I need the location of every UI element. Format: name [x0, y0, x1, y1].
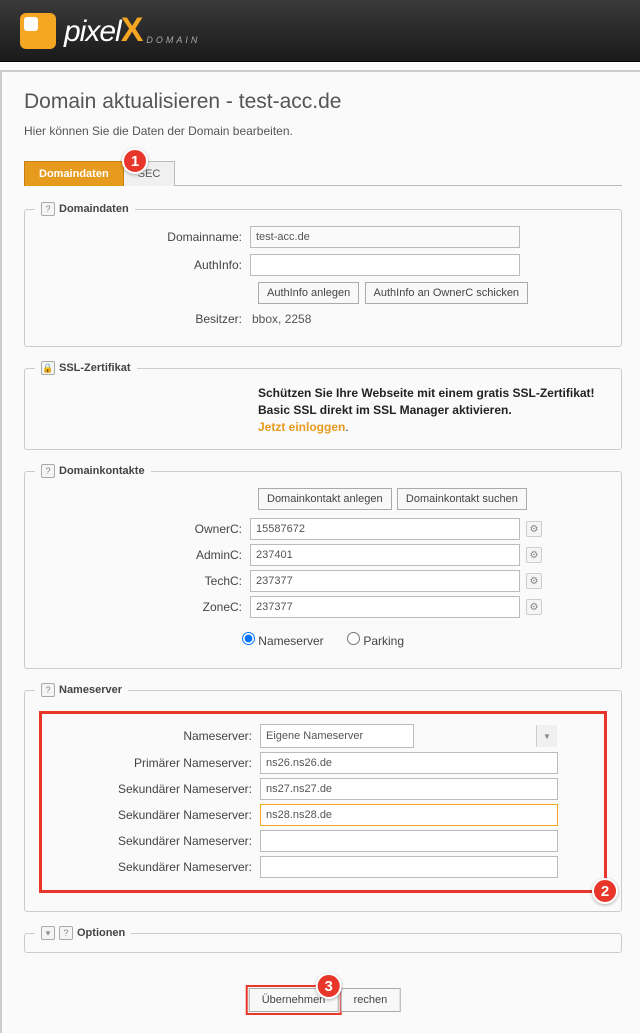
help-icon[interactable]: ?: [41, 683, 55, 697]
main-content: Domain aktualisieren - test-acc.de Hier …: [0, 70, 640, 1033]
brand-subtitle: DOMAIN: [146, 35, 200, 45]
legend-kontakte: ? Domainkontakte: [35, 464, 151, 478]
help-icon[interactable]: ?: [41, 202, 55, 216]
fieldset-domaindaten: ? Domaindaten Domainname: AuthInfo: Auth…: [24, 202, 622, 347]
label-besitzer: Besitzer:: [35, 312, 250, 326]
page-title: Domain aktualisieren - test-acc.de: [24, 90, 622, 114]
annotation-badge-1: 1: [122, 148, 148, 174]
label-ns-sec3: Sekundärer Nameserver:: [50, 834, 260, 848]
label-domainname: Domainname:: [35, 230, 250, 244]
select-ns-type-wrap[interactable]: [260, 724, 558, 748]
label-ns-sec1: Sekundärer Nameserver:: [50, 782, 260, 796]
label-authinfo: AuthInfo:: [35, 258, 250, 272]
gear-icon[interactable]: ⚙: [526, 547, 542, 563]
page-subtitle: Hier können Sie die Daten der Domain bea…: [24, 124, 622, 138]
input-domainname[interactable]: [250, 226, 520, 248]
input-ownerc[interactable]: [250, 518, 520, 540]
fieldset-ssl: 🔒 SSL-Zertifikat Schützen Sie Ihre Webse…: [24, 361, 622, 450]
label-ns-sec2: Sekundärer Nameserver:: [50, 808, 260, 822]
action-buttons: Übernehmen rechen 3: [246, 985, 401, 1015]
legend-optionen: ▾ ? Optionen: [35, 926, 131, 940]
lock-icon: 🔒: [41, 361, 55, 375]
annotation-badge-3: 3: [316, 973, 342, 999]
radio-group-mode: Nameserver Parking: [35, 632, 611, 648]
tab-bar: Domaindaten SEC 1: [24, 160, 622, 186]
nameserver-highlight-box: Nameserver: Primärer Nameserver: Sekundä…: [39, 711, 607, 893]
btn-authinfo-anlegen[interactable]: AuthInfo anlegen: [258, 282, 359, 304]
radio-parking[interactable]: Parking: [347, 634, 404, 648]
brand-logo: pixelX DOMAIN: [20, 11, 200, 50]
select-ns-type[interactable]: [260, 724, 414, 748]
input-ns-sec3[interactable]: [260, 830, 558, 852]
legend-ssl: 🔒 SSL-Zertifikat: [35, 361, 137, 375]
gear-icon[interactable]: ⚙: [526, 521, 542, 537]
label-zonec: ZoneC:: [35, 600, 250, 614]
legend-domaindaten: ? Domaindaten: [35, 202, 135, 216]
btn-authinfo-send[interactable]: AuthInfo an OwnerC schicken: [365, 282, 529, 304]
label-ownerc: OwnerC:: [35, 522, 250, 536]
help-icon[interactable]: ?: [41, 464, 55, 478]
radio-nameserver[interactable]: Nameserver: [242, 634, 324, 648]
gear-icon[interactable]: ⚙: [526, 599, 542, 615]
input-ns-sec2[interactable]: [260, 804, 558, 826]
brand-name: pixelX: [64, 11, 142, 50]
gear-icon[interactable]: ⚙: [526, 573, 542, 589]
label-ns-sec4: Sekundärer Nameserver:: [50, 860, 260, 874]
fieldset-nameserver: ? Nameserver Nameserver: Primärer Namese…: [24, 683, 622, 912]
fieldset-optionen: ▾ ? Optionen: [24, 926, 622, 953]
input-authinfo[interactable]: [250, 254, 520, 276]
label-ns-type: Nameserver:: [50, 729, 260, 743]
input-ns-primary[interactable]: [260, 752, 558, 774]
value-besitzer: bbox, 2258: [250, 312, 311, 326]
chevron-down-icon[interactable]: ▾: [41, 926, 55, 940]
tab-domaindaten[interactable]: Domaindaten: [24, 161, 124, 186]
btn-cancel[interactable]: rechen: [341, 988, 401, 1012]
label-techc: TechC:: [35, 574, 250, 588]
input-ns-sec4[interactable]: [260, 856, 558, 878]
fieldset-kontakte: ? Domainkontakte Domainkontakt anlegen D…: [24, 464, 622, 669]
label-ns-primary: Primärer Nameserver:: [50, 756, 260, 770]
logo-icon: [20, 13, 56, 49]
ssl-login-link[interactable]: Jetzt einloggen: [258, 420, 345, 434]
label-adminc: AdminC:: [35, 548, 250, 562]
input-adminc[interactable]: [250, 544, 520, 566]
annotation-badge-2: 2: [592, 878, 618, 904]
legend-nameserver: ? Nameserver: [35, 683, 128, 697]
input-ns-sec1[interactable]: [260, 778, 558, 800]
input-zonec[interactable]: [250, 596, 520, 618]
app-header: pixelX DOMAIN: [0, 0, 640, 62]
btn-kontakt-anlegen[interactable]: Domainkontakt anlegen: [258, 488, 392, 510]
ssl-message: Schützen Sie Ihre Webseite mit einem gra…: [258, 385, 611, 435]
input-techc[interactable]: [250, 570, 520, 592]
help-icon[interactable]: ?: [59, 926, 73, 940]
btn-kontakt-suchen[interactable]: Domainkontakt suchen: [397, 488, 527, 510]
